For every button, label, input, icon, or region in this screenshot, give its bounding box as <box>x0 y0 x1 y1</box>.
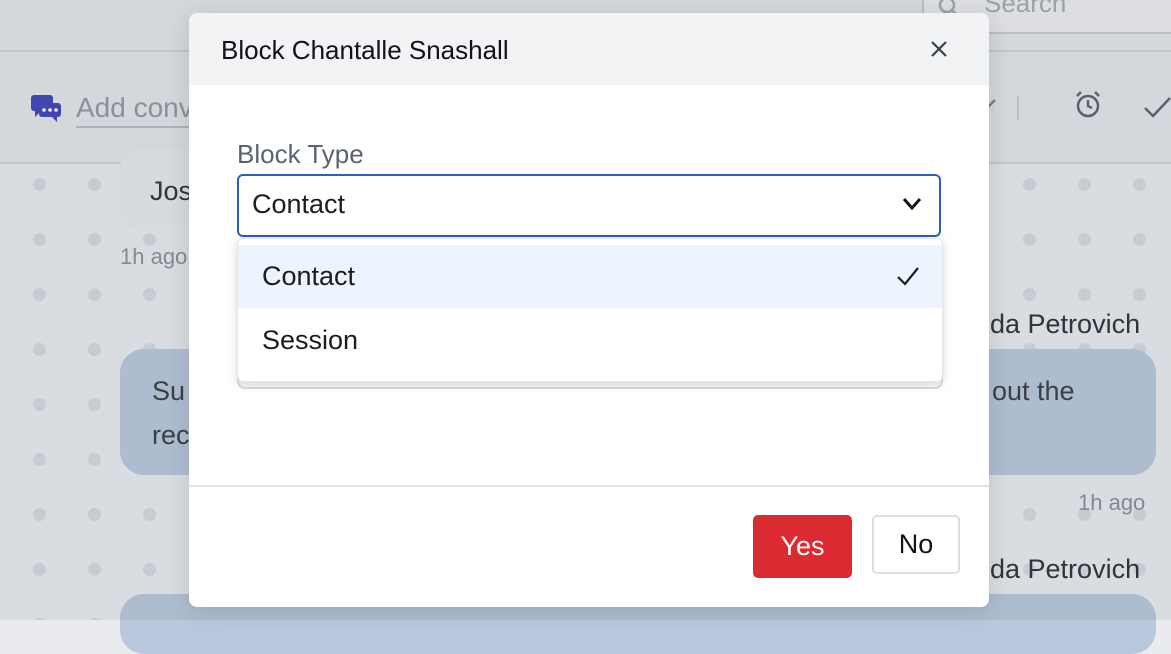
checkmark-icon <box>897 267 919 286</box>
yes-button[interactable]: Yes <box>753 515 852 578</box>
dialog-header: Block Chantalle Snashall <box>189 13 989 85</box>
block-type-label: Block Type <box>237 139 364 169</box>
selected-value: Contact <box>252 189 346 219</box>
block-type-select[interactable]: Contact <box>237 174 941 237</box>
option-label: Contact <box>262 261 356 291</box>
option-label: Session <box>262 325 359 355</box>
close-icon[interactable] <box>927 37 951 61</box>
no-button[interactable]: No <box>872 515 960 574</box>
dialog-title: Block Chantalle Snashall <box>221 35 509 65</box>
option-session[interactable]: Session <box>238 309 942 372</box>
chevron-down-icon <box>902 198 922 211</box>
footer-divider <box>189 485 989 487</box>
block-type-menu: Contact Session <box>237 238 943 382</box>
option-contact[interactable]: Contact <box>238 245 942 308</box>
block-dialog: Block Chantalle Snashall Block Type Cont… <box>189 13 989 607</box>
